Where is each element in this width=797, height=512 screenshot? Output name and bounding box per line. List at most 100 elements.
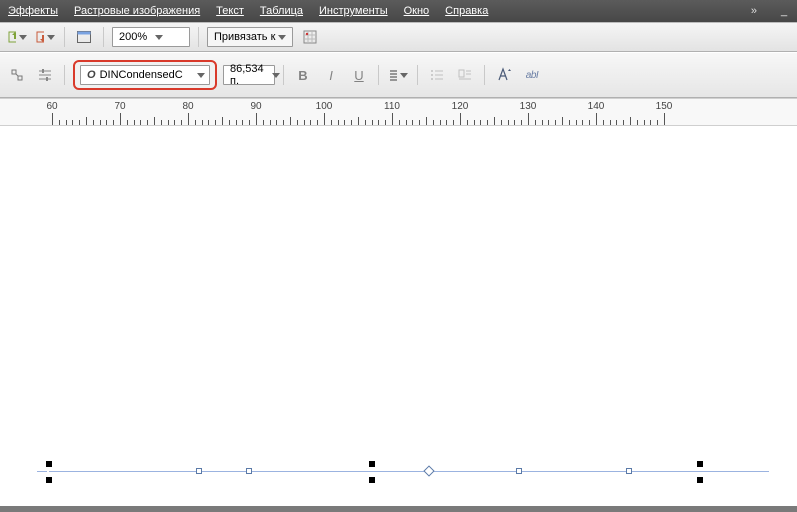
ruler-tick — [514, 120, 515, 125]
import-icon[interactable] — [6, 26, 28, 48]
ruler-tick — [52, 113, 53, 125]
separator — [484, 65, 485, 85]
ruler-tick — [59, 120, 60, 125]
ruler-tick — [113, 120, 114, 125]
selection-handle[interactable] — [369, 477, 375, 483]
ruler-tick — [494, 117, 495, 125]
ruler-tick — [372, 120, 373, 125]
ruler-tick — [304, 120, 305, 125]
ruler-tick — [317, 120, 318, 125]
ruler-tick — [324, 113, 325, 125]
selection-handle[interactable] — [46, 461, 52, 467]
ruler-tick — [644, 120, 645, 125]
separator — [64, 65, 65, 85]
ruler-tick — [351, 120, 352, 125]
ruler-tick — [582, 120, 583, 125]
selection-handle[interactable] — [697, 477, 703, 483]
font-size-combo[interactable]: 86,534 п. — [223, 65, 275, 85]
ruler-tick — [637, 120, 638, 125]
ruler-label: 130 — [520, 101, 537, 112]
selection-handle[interactable] — [626, 468, 632, 474]
selection-handle[interactable] — [516, 468, 522, 474]
font-selector-highlight: O DINCondensedC — [73, 60, 217, 90]
ruler-tick — [576, 120, 577, 125]
ruler-tick — [542, 120, 543, 125]
horizontal-ruler[interactable]: 60708090100110120130140150 — [0, 98, 797, 126]
ruler-tick — [406, 120, 407, 125]
italic-icon[interactable]: I — [320, 64, 342, 86]
window-minimize-icon[interactable]: _ — [777, 5, 791, 17]
menu-window[interactable]: Окно — [404, 5, 430, 17]
ruler-tick — [480, 120, 481, 125]
bullet-list-icon[interactable] — [426, 64, 448, 86]
snap-to-button[interactable]: Привязать к — [207, 27, 293, 47]
ruler-label: 60 — [46, 101, 57, 112]
ruler-tick — [433, 120, 434, 125]
text-align-icon[interactable] — [387, 64, 409, 86]
menu-text[interactable]: Текст — [216, 5, 244, 17]
menu-bitmap[interactable]: Растровые изображения — [74, 5, 200, 17]
menu-effects[interactable]: Эффекты — [8, 5, 58, 17]
chevron-down-icon — [197, 73, 205, 78]
ruler-label: 120 — [452, 101, 469, 112]
menu-bar: Эффекты Растровые изображения Текст Табл… — [0, 0, 797, 22]
selection-handle[interactable] — [697, 461, 703, 467]
ruler-tick — [229, 120, 230, 125]
text-baseline — [49, 471, 769, 472]
center-origin-handle[interactable] — [423, 465, 434, 476]
selection-handle[interactable] — [46, 477, 52, 483]
export-icon[interactable] — [34, 26, 56, 48]
bold-icon[interactable]: B — [292, 64, 314, 86]
font-name-value: DINCondensedC — [100, 69, 183, 81]
selected-text-object[interactable] — [49, 471, 769, 472]
ruler-label: 90 — [250, 101, 261, 112]
ruler-tick — [134, 120, 135, 125]
ruler-tick — [365, 120, 366, 125]
ruler-tick — [127, 120, 128, 125]
ruler-tick — [215, 120, 216, 125]
menu-overflow-icon[interactable]: » — [747, 5, 761, 17]
text-property-bar: O DINCondensedC 86,534 п. B I U abI — [0, 52, 797, 98]
ruler-tick — [120, 113, 121, 125]
distribute-icon[interactable] — [34, 64, 56, 86]
ruler-tick — [467, 120, 468, 125]
selection-handle[interactable] — [196, 468, 202, 474]
ruler-tick — [440, 120, 441, 125]
drop-cap-icon[interactable] — [454, 64, 476, 86]
menu-help[interactable]: Справка — [445, 5, 488, 17]
ruler-tick — [528, 113, 529, 125]
ruler-tick — [392, 113, 393, 125]
ruler-tick — [331, 120, 332, 125]
ruler-tick — [72, 120, 73, 125]
ruler-tick — [202, 120, 203, 125]
selection-handle[interactable] — [369, 461, 375, 467]
snap-options-icon[interactable] — [299, 26, 321, 48]
font-family-combo[interactable]: O DINCondensedC — [80, 65, 210, 85]
underline-icon[interactable]: U — [348, 64, 370, 86]
character-formatting-icon[interactable] — [493, 64, 515, 86]
ruler-tick — [460, 113, 461, 125]
ruler-label: 100 — [316, 101, 333, 112]
ruler-tick — [208, 120, 209, 125]
ruler-tick — [344, 120, 345, 125]
ruler-tick — [66, 120, 67, 125]
edit-text-icon[interactable]: abI — [521, 64, 543, 86]
ruler-tick — [453, 120, 454, 125]
chevron-down-icon — [272, 73, 280, 78]
ruler-tick — [610, 120, 611, 125]
zoom-combo[interactable]: 200% — [112, 27, 190, 47]
ruler-tick — [399, 120, 400, 125]
ruler-tick — [195, 120, 196, 125]
ruler-label: 110 — [384, 101, 400, 112]
menu-tools[interactable]: Инструменты — [319, 5, 388, 17]
ruler-tick — [358, 117, 359, 125]
ruler-tick — [385, 120, 386, 125]
menu-table[interactable]: Таблица — [260, 5, 303, 17]
selection-handle[interactable] — [246, 468, 252, 474]
fullscreen-preview-icon[interactable] — [73, 26, 95, 48]
ruler-tick — [270, 120, 271, 125]
drawing-canvas[interactable] — [0, 126, 797, 506]
ruler-tick — [338, 120, 339, 125]
align-objects-icon[interactable] — [6, 64, 28, 86]
ruler-tick — [249, 120, 250, 125]
